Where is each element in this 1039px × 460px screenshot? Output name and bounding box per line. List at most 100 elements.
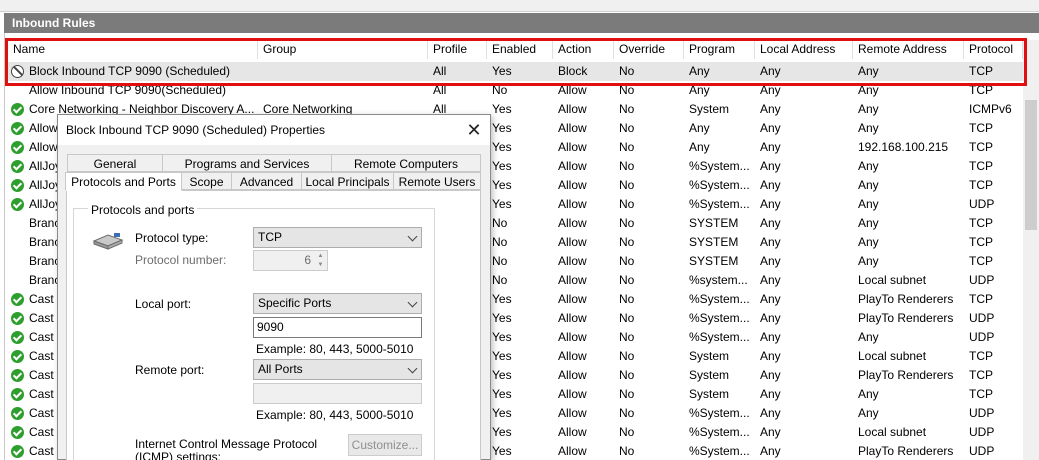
cell-local: Any — [760, 406, 781, 420]
cell-program: %System... — [689, 425, 750, 439]
cell-override: No — [619, 425, 635, 439]
cell-group — [258, 62, 428, 81]
protocol-type-select[interactable]: TCP — [253, 227, 422, 248]
column-header-group[interactable]: Group — [258, 40, 428, 59]
cell-local: Any — [760, 197, 781, 211]
rule-enabled-icon — [11, 160, 24, 173]
tab-remote-computers[interactable]: Remote Computers — [331, 154, 481, 172]
column-header-program[interactable]: Program — [684, 40, 755, 59]
cell-local: Any — [760, 64, 781, 78]
cell-enabled: Yes — [492, 444, 512, 458]
dialog-titlebar: Block Inbound TCP 9090 (Scheduled) Prope… — [58, 115, 490, 145]
group-label: Protocols and ports — [88, 203, 198, 217]
spin-down-icon: ▼ — [317, 262, 324, 268]
column-header-remote-address[interactable]: Remote Address — [853, 40, 964, 59]
rule-enabled-icon — [11, 141, 24, 154]
tab-local-principals[interactable]: Local Principals — [301, 172, 394, 190]
close-icon[interactable]: ✕ — [463, 119, 485, 141]
panel-title: Inbound Rules — [4, 13, 1039, 33]
local-port-label: Local port: — [135, 297, 192, 311]
column-header-local-address[interactable]: Local Address — [755, 40, 853, 59]
cell-enabled: Yes — [492, 311, 512, 325]
cell-local: Any — [760, 235, 781, 249]
cell-remote: Any — [858, 121, 879, 135]
cell-protocol: UDP — [969, 330, 995, 344]
cell-local: Any — [760, 349, 781, 363]
column-header-protocol[interactable]: Protocol — [964, 40, 1023, 59]
cell-enabled: No — [492, 235, 508, 249]
cell-remote: PlayTo Renderers — [858, 292, 954, 306]
rule-enabled-icon — [11, 369, 24, 382]
cell-action: Allow — [558, 406, 587, 420]
cell-remote: PlayTo Renderers — [858, 368, 954, 382]
tab-remote-users[interactable]: Remote Users — [393, 172, 481, 190]
cell-protocol: TCP — [969, 216, 993, 230]
cell-remote: Local subnet — [858, 425, 927, 439]
remote-port-example: Example: 80, 443, 5000-5010 — [256, 408, 414, 422]
cell-override: No — [619, 444, 635, 458]
table-row[interactable]: Block Inbound TCP 9090 (Scheduled) All Yes… — [5, 62, 1023, 81]
rule-enabled-icon — [11, 407, 24, 420]
cell-protocol: UDP — [969, 311, 995, 325]
cell-program: %System... — [689, 444, 750, 458]
cell-local: Any — [760, 330, 781, 344]
cell-override: No — [619, 121, 635, 135]
cell-action: Allow — [558, 254, 587, 268]
cell-action: Allow — [558, 349, 587, 363]
tab-advanced[interactable]: Advanced — [231, 172, 302, 190]
cell-program: Any — [689, 83, 710, 97]
table-row[interactable]: Allow Inbound TCP 9090(Scheduled) All No Al… — [5, 81, 1023, 100]
rule-enabled-icon — [11, 388, 24, 401]
protocol-type-label: Protocol type: — [135, 231, 209, 245]
column-header-name[interactable]: Name — [8, 40, 258, 59]
protocol-number-value: 6 — [304, 253, 311, 267]
cell-name: Allow Inbound TCP 9090(Scheduled) — [29, 83, 227, 97]
cell-protocol: UDP — [969, 197, 995, 211]
cell-enabled: Yes — [492, 406, 512, 420]
cell-override: No — [619, 235, 635, 249]
top-toolbar-strip — [0, 0, 1039, 12]
cell-enabled: Yes — [492, 178, 512, 192]
cell-program: Any — [689, 64, 710, 78]
icmp-label-line2: (ICMP) settings: — [135, 450, 222, 460]
remote-port-select[interactable]: All Ports — [253, 359, 422, 380]
cell-override: No — [619, 273, 635, 287]
cell-enabled: No — [492, 216, 508, 230]
cell-action: Block — [558, 64, 588, 78]
tab-programs-and-services[interactable]: Programs and Services — [162, 154, 332, 172]
cell-group — [258, 81, 428, 100]
tab-general[interactable]: General — [67, 154, 163, 172]
column-header-enabled[interactable]: Enabled — [487, 40, 553, 59]
cell-program: %System... — [689, 406, 750, 420]
cell-program: System — [689, 387, 730, 401]
scrollbar-thumb[interactable] — [1025, 100, 1037, 230]
cell-profile: All — [433, 64, 447, 78]
tab-protocols-and-ports[interactable]: Protocols and Ports — [65, 172, 182, 191]
cell-protocol: UDP — [969, 425, 995, 439]
cell-action: Allow — [558, 311, 587, 325]
cell-action: Allow — [558, 292, 587, 306]
cell-program: System — [689, 349, 730, 363]
column-header-action[interactable]: Action — [553, 40, 614, 59]
cell-enabled: Yes — [492, 140, 512, 154]
local-port-input[interactable]: 9090 — [253, 317, 422, 338]
local-port-select[interactable]: Specific Ports — [253, 293, 422, 314]
cell-protocol: TCP — [969, 178, 993, 192]
cell-remote: Any — [858, 159, 879, 173]
cell-action: Allow — [558, 444, 587, 458]
cell-override: No — [619, 102, 635, 116]
cell-local: Any — [760, 311, 781, 325]
vertical-scrollbar[interactable] — [1023, 40, 1039, 460]
spin-up-icon: ▲ — [317, 253, 324, 259]
cell-override: No — [619, 83, 635, 97]
cell-enabled: Yes — [492, 197, 512, 211]
column-header-profile[interactable]: Profile — [428, 40, 487, 59]
cell-protocol: TCP — [969, 349, 993, 363]
cell-remote: Local subnet — [858, 349, 927, 363]
cell-local: Any — [760, 292, 781, 306]
column-header-override[interactable]: Override — [614, 40, 684, 59]
tab-scope[interactable]: Scope — [181, 172, 232, 190]
cell-local: Any — [760, 102, 781, 116]
cell-action: Allow — [558, 330, 587, 344]
cell-protocol: TCP — [969, 140, 993, 154]
